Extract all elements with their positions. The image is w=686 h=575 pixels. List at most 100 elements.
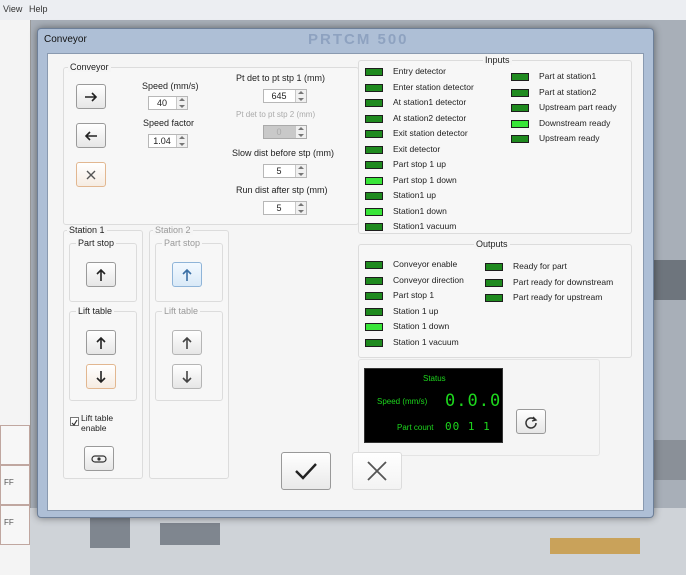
dialog-title-bar[interactable]: Conveyor PRTCM 500 [38,29,653,51]
spin-arrows-icon[interactable] [176,135,187,147]
backward-button[interactable] [76,123,106,148]
indicator-led [365,307,383,316]
pt-det-1-input[interactable]: 645 [263,89,307,103]
station1-lift-up-button[interactable] [86,330,116,355]
indicator-label: Downstream ready [539,117,611,128]
close-icon [367,461,387,481]
indicator-led [511,88,529,97]
menu-view[interactable]: View [3,4,22,14]
station1-part-stop-group: Part stop [69,238,137,302]
cancel-button[interactable] [352,452,402,490]
speed-label: Speed (mm/s) [142,81,199,91]
forward-button[interactable] [76,84,106,109]
station1-legend: Station 1 [67,225,107,235]
indicator-led [365,99,383,107]
inputs-group: Inputs Entry detector Enter station detec… [358,55,632,234]
pt-det-2-input: 0 [263,125,307,139]
indicator-label: Station 1 down [393,321,450,331]
indicator-led [511,119,529,128]
status-speed-label: Speed (mm/s) [377,397,428,406]
indicator-led [365,323,383,331]
arrow-right-icon [85,91,98,102]
refresh-icon [525,416,538,429]
spin-arrows-icon[interactable] [176,97,187,109]
dialog-title: Conveyor [44,34,87,45]
indicator-label: Part ready for upstream [513,292,603,302]
background-watermark: PRTCM 500 [308,31,409,48]
indicator-label: Enter station detector [393,81,474,92]
indicator-led [365,261,383,269]
station2-part-stop-group: Part stop [155,238,223,302]
conveyor-group-legend: Conveyor [68,62,111,72]
run-dist-label: Run dist after stp (mm) [236,185,328,195]
stop-conveyor-button[interactable] [76,162,106,187]
indicator-led [365,207,383,216]
indicator-led [365,292,383,300]
spin-arrows-icon [295,126,306,138]
indicator-led [365,192,383,200]
run-dist-input[interactable]: 5 [263,201,307,215]
indicator-label: Part stop 1 [393,290,435,300]
station1-lift-table-group: Lift table [69,306,137,401]
indicator-label: Part stop 1 up [393,159,446,169]
lift-table-enable-checkbox[interactable] [70,417,79,426]
menu-bar: View Help [0,0,686,21]
station1-lift-down-button[interactable] [86,364,116,389]
indicator-led [511,73,529,81]
dialog-client-area: Conveyor Speed (mm/s) 40 Speed factor 1.… [47,53,644,511]
station1-group: Station 1 Part stop Lift table Lift tabl [63,225,143,479]
bg-side-button: FF [0,465,30,505]
station2-part-stop-up-button[interactable] [172,262,202,287]
indicator-label: Station1 vacuum [393,221,457,231]
spin-arrows-icon[interactable] [295,202,306,214]
arrow-up-icon [182,336,192,349]
vacuum-button[interactable] [84,446,114,471]
station2-lift-table-group: Lift table [155,306,223,401]
indicator-label: Station1 up [393,190,437,200]
indicator-label: Exit station detector [393,128,468,138]
pt-det-1-label: Pt det to pt stp 1 (mm) [236,73,326,83]
indicator-label: Ready for part [513,261,567,271]
indicator-label: Station 1 vacuum [393,336,459,347]
speed-input[interactable]: 40 [148,96,188,110]
background-machine-drawing [30,508,686,575]
checkmark-icon [71,419,78,426]
background-left-panel: FF FF [0,20,31,575]
speed-factor-input[interactable]: 1.04 [148,134,188,148]
slow-dist-input[interactable]: 5 [263,164,307,178]
station1-part-stop-up-button[interactable] [86,262,116,287]
indicator-led [365,68,383,76]
status-part-count-value: 00 1 1 [445,420,491,433]
indicator-led [365,130,383,138]
status-speed-value: 0.0.0 [445,391,502,411]
station2-lift-down-button[interactable] [172,364,202,389]
indicator-led [365,145,383,154]
indicator-label: Station 1 up [393,305,439,316]
indicator-led [365,83,383,92]
indicator-label: Upstream ready [539,133,600,143]
reset-button[interactable] [516,409,546,434]
inputs-legend: Inputs [483,55,512,65]
menu-help[interactable]: Help [29,4,48,14]
conveyor-dialog: Conveyor PRTCM 500 Conveyor Speed (mm/s)… [37,28,654,518]
checkmark-icon [295,463,317,480]
bg-side-button: FF [0,505,30,545]
speed-factor-label: Speed factor [143,118,195,128]
arrow-up-icon [182,268,192,281]
indicator-label: Upstream part ready [539,102,617,112]
status-display: Status Speed (mm/s) 0.0.0 Part count 00 … [364,368,503,443]
indicator-led [511,135,529,143]
close-icon [86,170,96,179]
indicator-led [365,223,383,231]
ok-button[interactable] [281,452,331,490]
spin-arrows-icon[interactable] [295,165,306,177]
station2-lift-up-button[interactable] [172,330,202,355]
indicator-label: Part at station2 [539,86,597,97]
spin-arrows-icon[interactable] [295,90,306,102]
indicator-label: Conveyor direction [393,274,464,285]
outputs-legend: Outputs [474,239,510,249]
indicator-label: At station2 detector [393,112,467,123]
station2-lift-table-legend: Lift table [162,306,201,316]
indicator-label: Entry detector [393,66,446,76]
pt-det-2-label: Pt det to pt stp 2 (mm) [236,110,316,119]
